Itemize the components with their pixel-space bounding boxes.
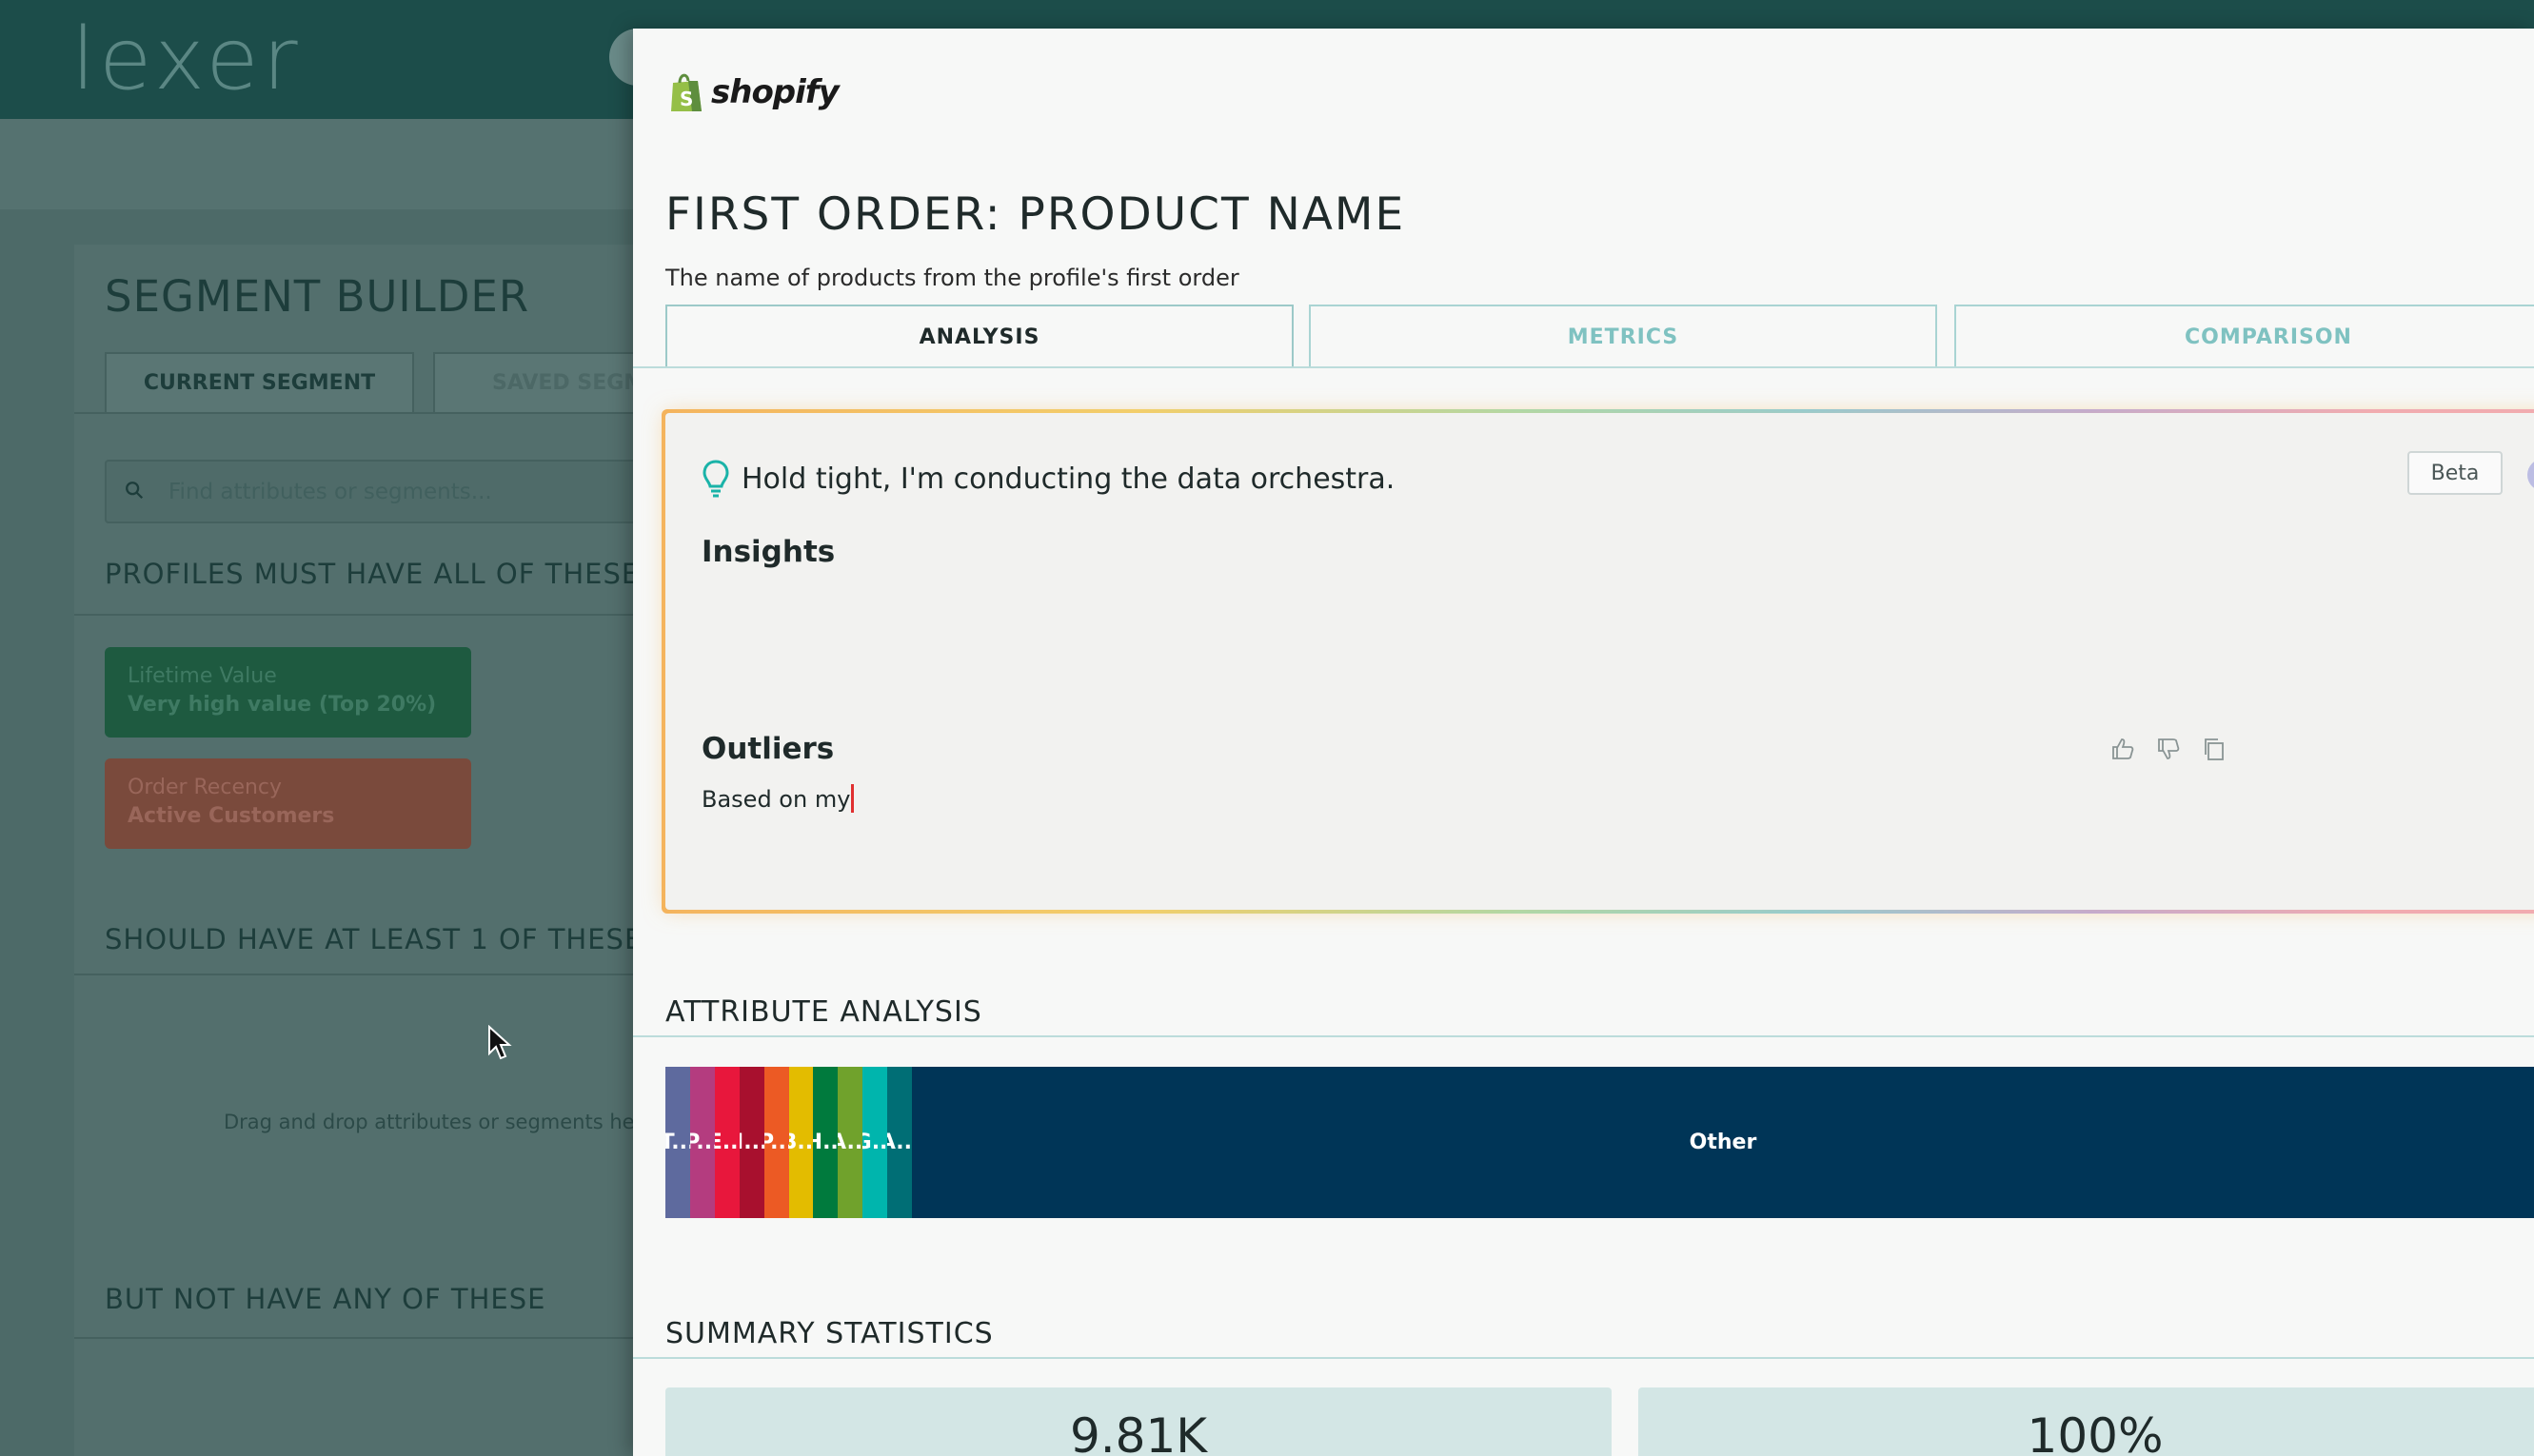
thumbs-down-icon[interactable]	[2156, 737, 2181, 761]
stat-value: 100%	[2027, 1408, 2164, 1456]
attribute-search-input[interactable]: Find attributes or segments...	[105, 460, 676, 523]
tab-comparison[interactable]: COMPARISON	[1954, 305, 2534, 367]
svg-text:S: S	[680, 88, 693, 110]
must-have-heading: PROFILES MUST HAVE ALL OF THESE	[105, 558, 641, 590]
tab-current-segment[interactable]: CURRENT SEGMENT	[105, 352, 414, 412]
outliers-text-content: Based on my	[702, 786, 851, 813]
tab-analysis[interactable]: ANALYSIS	[665, 305, 1294, 367]
segment-chip-order-recency[interactable]: Order Recency Active Customers	[105, 758, 471, 849]
lexer-logo: lexer	[71, 10, 302, 109]
not-have-heading: BUT NOT HAVE ANY OF THESE	[105, 1283, 546, 1315]
bar-segment[interactable]: P...	[689, 1067, 715, 1218]
outliers-heading: Outliers	[702, 732, 835, 766]
ai-status-message: Hold tight, I'm conducting the data orch…	[742, 462, 1396, 496]
section-divider	[74, 1337, 664, 1339]
attribute-analysis-heading: ATTRIBUTE ANALYSIS	[665, 995, 982, 1029]
segment-builder-title: SEGMENT BUILDER	[105, 271, 530, 322]
copy-icon[interactable]	[2202, 737, 2227, 761]
shopify-wordmark: shopify	[711, 73, 840, 111]
bar-segment[interactable]: A...	[838, 1067, 863, 1218]
section-divider	[74, 614, 664, 616]
bar-segment[interactable]: T...	[665, 1067, 690, 1218]
chip-value: Active Customers	[128, 804, 335, 828]
tab-divider	[74, 412, 664, 414]
bar-segment[interactable]: G...	[862, 1067, 888, 1218]
bar-segment[interactable]: E...	[714, 1067, 740, 1218]
stat-card-profiles: 9.81K	[665, 1387, 1612, 1456]
chip-label: Order Recency	[128, 776, 283, 799]
attribute-distribution-bar: T...P...E...I...P...B...H...A...G...A...…	[665, 1067, 2534, 1218]
segment-builder-panel	[74, 245, 664, 1456]
chip-value: Very high value (Top 20%)	[128, 693, 437, 717]
drop-zone-hint[interactable]: Drag and drop attributes or segments her…	[224, 1111, 655, 1133]
segment-chip-lifetime-value[interactable]: Lifetime Value Very high value (Top 20%)	[105, 647, 471, 738]
shopify-logo: S shopify	[669, 69, 840, 116]
page-title: FIRST ORDER: PRODUCT NAME	[665, 188, 1406, 241]
lightbulb-icon	[703, 460, 729, 498]
ai-insight-card: Hold tight, I'm conducting the data orch…	[665, 413, 2534, 910]
tab-underline	[633, 366, 2534, 368]
bar-segment-other[interactable]: Other	[912, 1067, 2534, 1218]
search-placeholder: Find attributes or segments...	[168, 480, 492, 504]
stat-value: 9.81K	[1069, 1408, 1208, 1456]
mouse-cursor-icon	[488, 1025, 512, 1060]
bar-segment[interactable]: I...	[739, 1067, 764, 1218]
should-have-heading: SHOULD HAVE AT LEAST 1 OF THESE	[105, 923, 643, 955]
bar-segment[interactable]: P...	[763, 1067, 789, 1218]
search-icon	[126, 482, 144, 500]
outliers-text: Based on my	[702, 784, 855, 813]
section-divider	[74, 974, 664, 975]
bar-segment[interactable]: B...	[788, 1067, 814, 1218]
bar-segment[interactable]: H...	[813, 1067, 839, 1218]
bar-segment[interactable]: A...	[887, 1067, 913, 1218]
attribute-detail-modal: S shopify FIRST ORDER: PRODUCT NAME The …	[633, 29, 2534, 1456]
chip-label: Lifetime Value	[128, 664, 277, 688]
page-subtitle: The name of products from the profile's …	[665, 265, 1239, 291]
tab-metrics[interactable]: METRICS	[1309, 305, 1937, 367]
typing-caret	[851, 784, 855, 813]
section-divider	[633, 1035, 2534, 1037]
shopify-bag-icon: S	[671, 73, 702, 111]
summary-statistics-heading: SUMMARY STATISTICS	[665, 1317, 994, 1350]
beta-badge: Beta	[2407, 451, 2503, 495]
section-divider	[633, 1357, 2534, 1359]
stat-card-coverage: 100%	[1638, 1387, 2534, 1456]
thumbs-up-icon[interactable]	[2110, 737, 2135, 761]
insights-heading: Insights	[702, 535, 836, 569]
help-icon[interactable]: ?	[2527, 459, 2534, 491]
